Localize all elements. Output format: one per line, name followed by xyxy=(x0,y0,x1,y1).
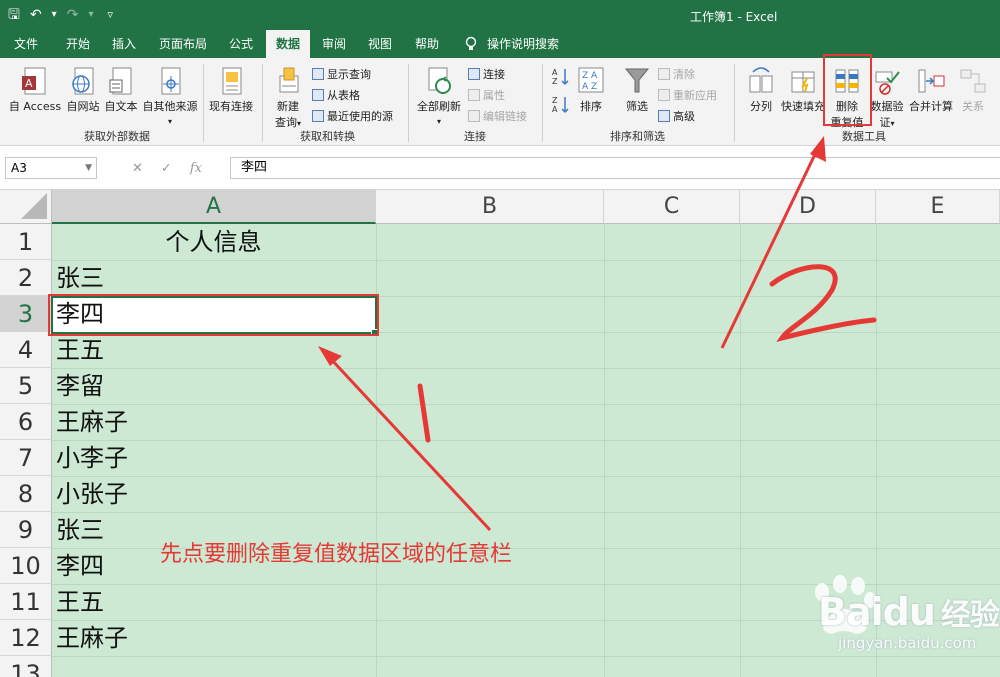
excel-window: 🖫 ↶ ▾ ↷ ▾ ▿ 工作簿1 - Excel 文件 开始 插入 页面布局 公… xyxy=(0,0,1000,677)
handwritten-2 xyxy=(769,264,877,342)
handwritten-1 xyxy=(417,383,431,443)
watermark-url: jingyan.baidu.com xyxy=(838,634,977,652)
watermark-brand: Baidu 经验 xyxy=(818,590,1000,634)
arrow-1 xyxy=(318,346,492,532)
